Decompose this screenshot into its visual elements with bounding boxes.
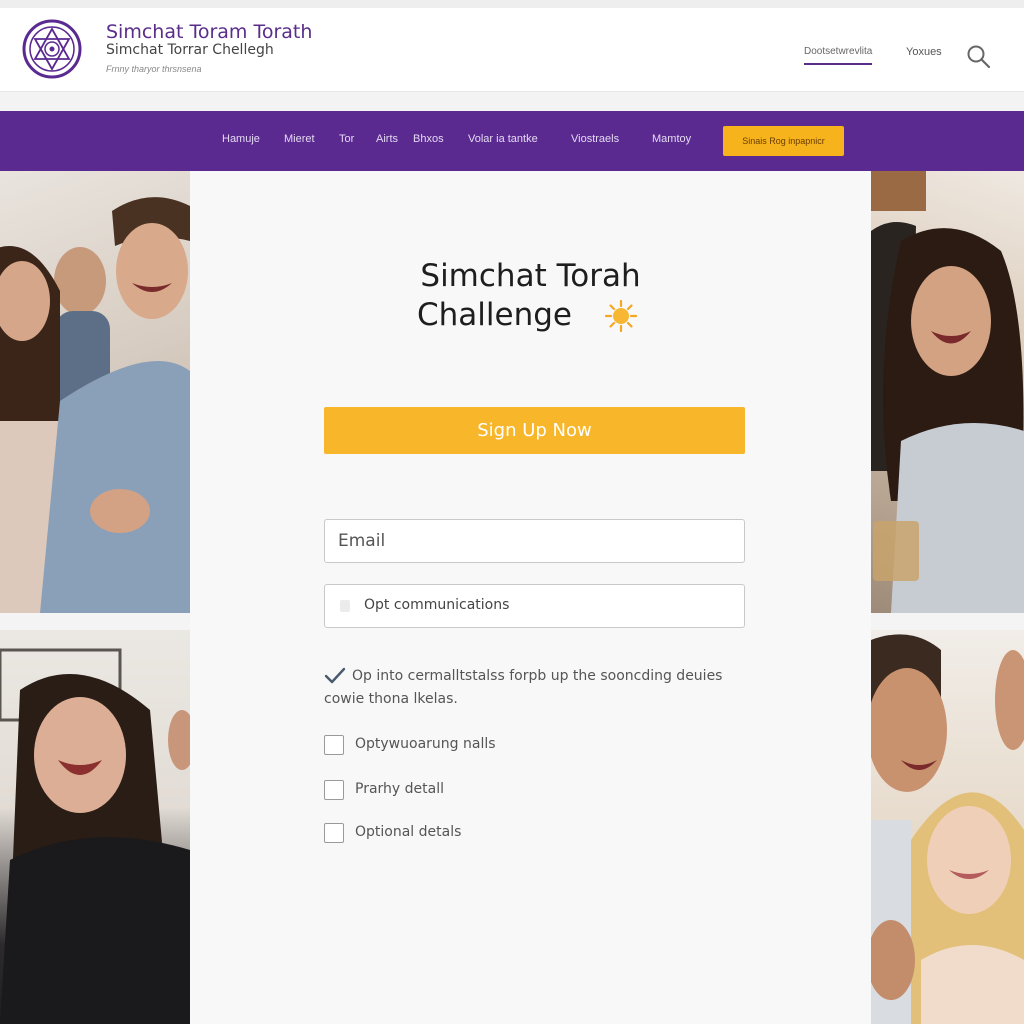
checkbox-2-label: Prarhy detall [355, 781, 444, 797]
nav-cta-button[interactable]: Sinais Rog inpapnicr [723, 126, 844, 156]
main-nav: Hamuje Mieret Tor Airts Bhxos Volar ia t… [0, 111, 1024, 171]
page-title-line1: Simchat Torah [420, 258, 641, 294]
page-title-line2: Challenge [417, 297, 572, 333]
check-icon[interactable] [324, 667, 346, 685]
photo-gap-left [0, 613, 190, 630]
photo-woman-laughing-left [0, 630, 190, 1024]
signup-card: Simchat Torah Challenge Sign Up Now Opt … [190, 171, 871, 1024]
photo-friends-laughing-left [0, 171, 190, 613]
opt-field-marker [340, 600, 350, 612]
site-tagline: Frnny tharyor thrsnsena [106, 64, 202, 74]
nav-item-3[interactable]: Tor [339, 133, 354, 145]
header-link-active[interactable]: Dootsetwrevlita [804, 46, 873, 65]
checkbox-2[interactable] [324, 780, 344, 800]
checkbox-1-label: Optywuoarung nalls [355, 736, 496, 752]
logo-emblem-icon[interactable] [22, 19, 82, 79]
nav-item-6[interactable]: Volar ia tantke [468, 133, 538, 145]
sun-icon [604, 299, 638, 333]
nav-item-5[interactable]: Bhxos [413, 133, 444, 145]
site-title: Simchat Toram Torath [106, 21, 313, 43]
sign-up-button[interactable]: Sign Up Now [324, 407, 745, 454]
site-header: Simchat Toram Torath Simchat Torrar Chel… [0, 8, 1024, 92]
optin-text-line1: Op into cermalltstalss forpb up the soon… [352, 668, 723, 684]
checkbox-3[interactable] [324, 823, 344, 843]
header-link-values[interactable]: Yoxues [906, 46, 942, 58]
header-divider [0, 93, 1024, 111]
photo-woman-curly-hair-right [871, 171, 1024, 613]
site-subtitle: Simchat Torrar Chellegh [106, 42, 274, 58]
opt-communications-field[interactable]: Opt communications [324, 584, 745, 628]
checkbox-1[interactable] [324, 735, 344, 755]
search-icon[interactable] [966, 44, 992, 70]
nav-item-8[interactable]: Mamtoy [652, 133, 691, 145]
email-input[interactable] [324, 519, 745, 563]
opt-field-text: Opt communications [364, 597, 510, 613]
nav-item-7[interactable]: Viostraels [571, 133, 619, 145]
photo-gap-right [871, 613, 1024, 630]
nav-item-home[interactable]: Hamuje [222, 133, 260, 145]
nav-item-2[interactable]: Mieret [284, 133, 315, 145]
top-strip [0, 0, 1024, 8]
checkbox-3-label: Optional detals [355, 824, 462, 840]
photo-friends-smiling-right [871, 630, 1024, 1024]
optin-text-line2: cowie thona lkelas. [324, 691, 458, 707]
nav-item-4[interactable]: Airts [376, 133, 398, 145]
